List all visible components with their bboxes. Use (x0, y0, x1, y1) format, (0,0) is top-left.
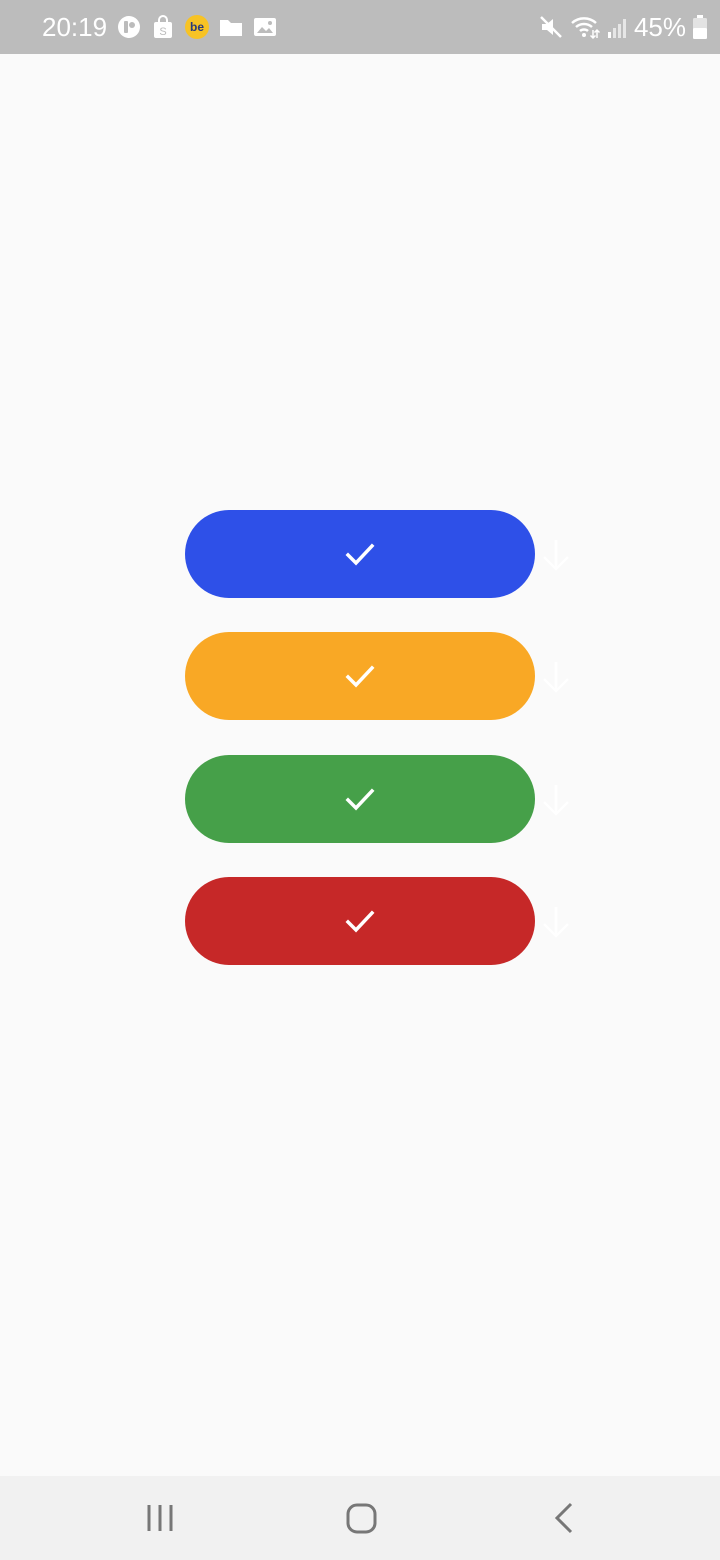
blue-confirm-button[interactable] (185, 510, 535, 598)
arrow-down-icon (543, 540, 569, 571)
checkmark-icon (345, 788, 375, 811)
battery-percent: 45% (633, 12, 686, 42)
battery-icon (692, 14, 708, 40)
status-time: 20:19 (42, 12, 108, 42)
back-button[interactable] (543, 1498, 583, 1538)
recent-apps-button[interactable] (140, 1498, 180, 1538)
back-icon (554, 1502, 573, 1534)
arrow-down-icon (543, 785, 569, 816)
signal-icon (606, 14, 628, 40)
home-icon (346, 1503, 377, 1534)
status-bar: 20:19 S be 45% (0, 0, 720, 54)
recent-apps-icon (147, 1505, 173, 1531)
arrow-down-icon (543, 662, 569, 693)
shopping-bag-icon: S (150, 14, 176, 40)
navigation-bar (0, 1476, 720, 1560)
be-badge-text: be (190, 20, 204, 34)
checkmark-icon (345, 665, 375, 688)
home-button[interactable] (341, 1498, 381, 1538)
button-row-green (185, 755, 585, 843)
button-row-blue (185, 510, 585, 598)
checkmark-icon (345, 543, 375, 566)
red-confirm-button[interactable] (185, 877, 535, 965)
record-icon (116, 14, 142, 40)
mute-icon (538, 14, 564, 40)
be-app-icon: be (184, 14, 210, 40)
gallery-icon (252, 14, 278, 40)
orange-confirm-button[interactable] (185, 632, 535, 720)
button-row-orange (185, 632, 585, 720)
shop-badge-text: S (159, 26, 166, 38)
arrow-down-icon (543, 907, 569, 938)
wifi-icon (570, 14, 600, 40)
button-row-red (185, 877, 585, 965)
notification-icons: S be (116, 14, 278, 40)
checkmark-icon (345, 910, 375, 933)
green-confirm-button[interactable] (185, 755, 535, 843)
system-icons: 45% (538, 12, 708, 42)
folder-icon (218, 14, 244, 40)
